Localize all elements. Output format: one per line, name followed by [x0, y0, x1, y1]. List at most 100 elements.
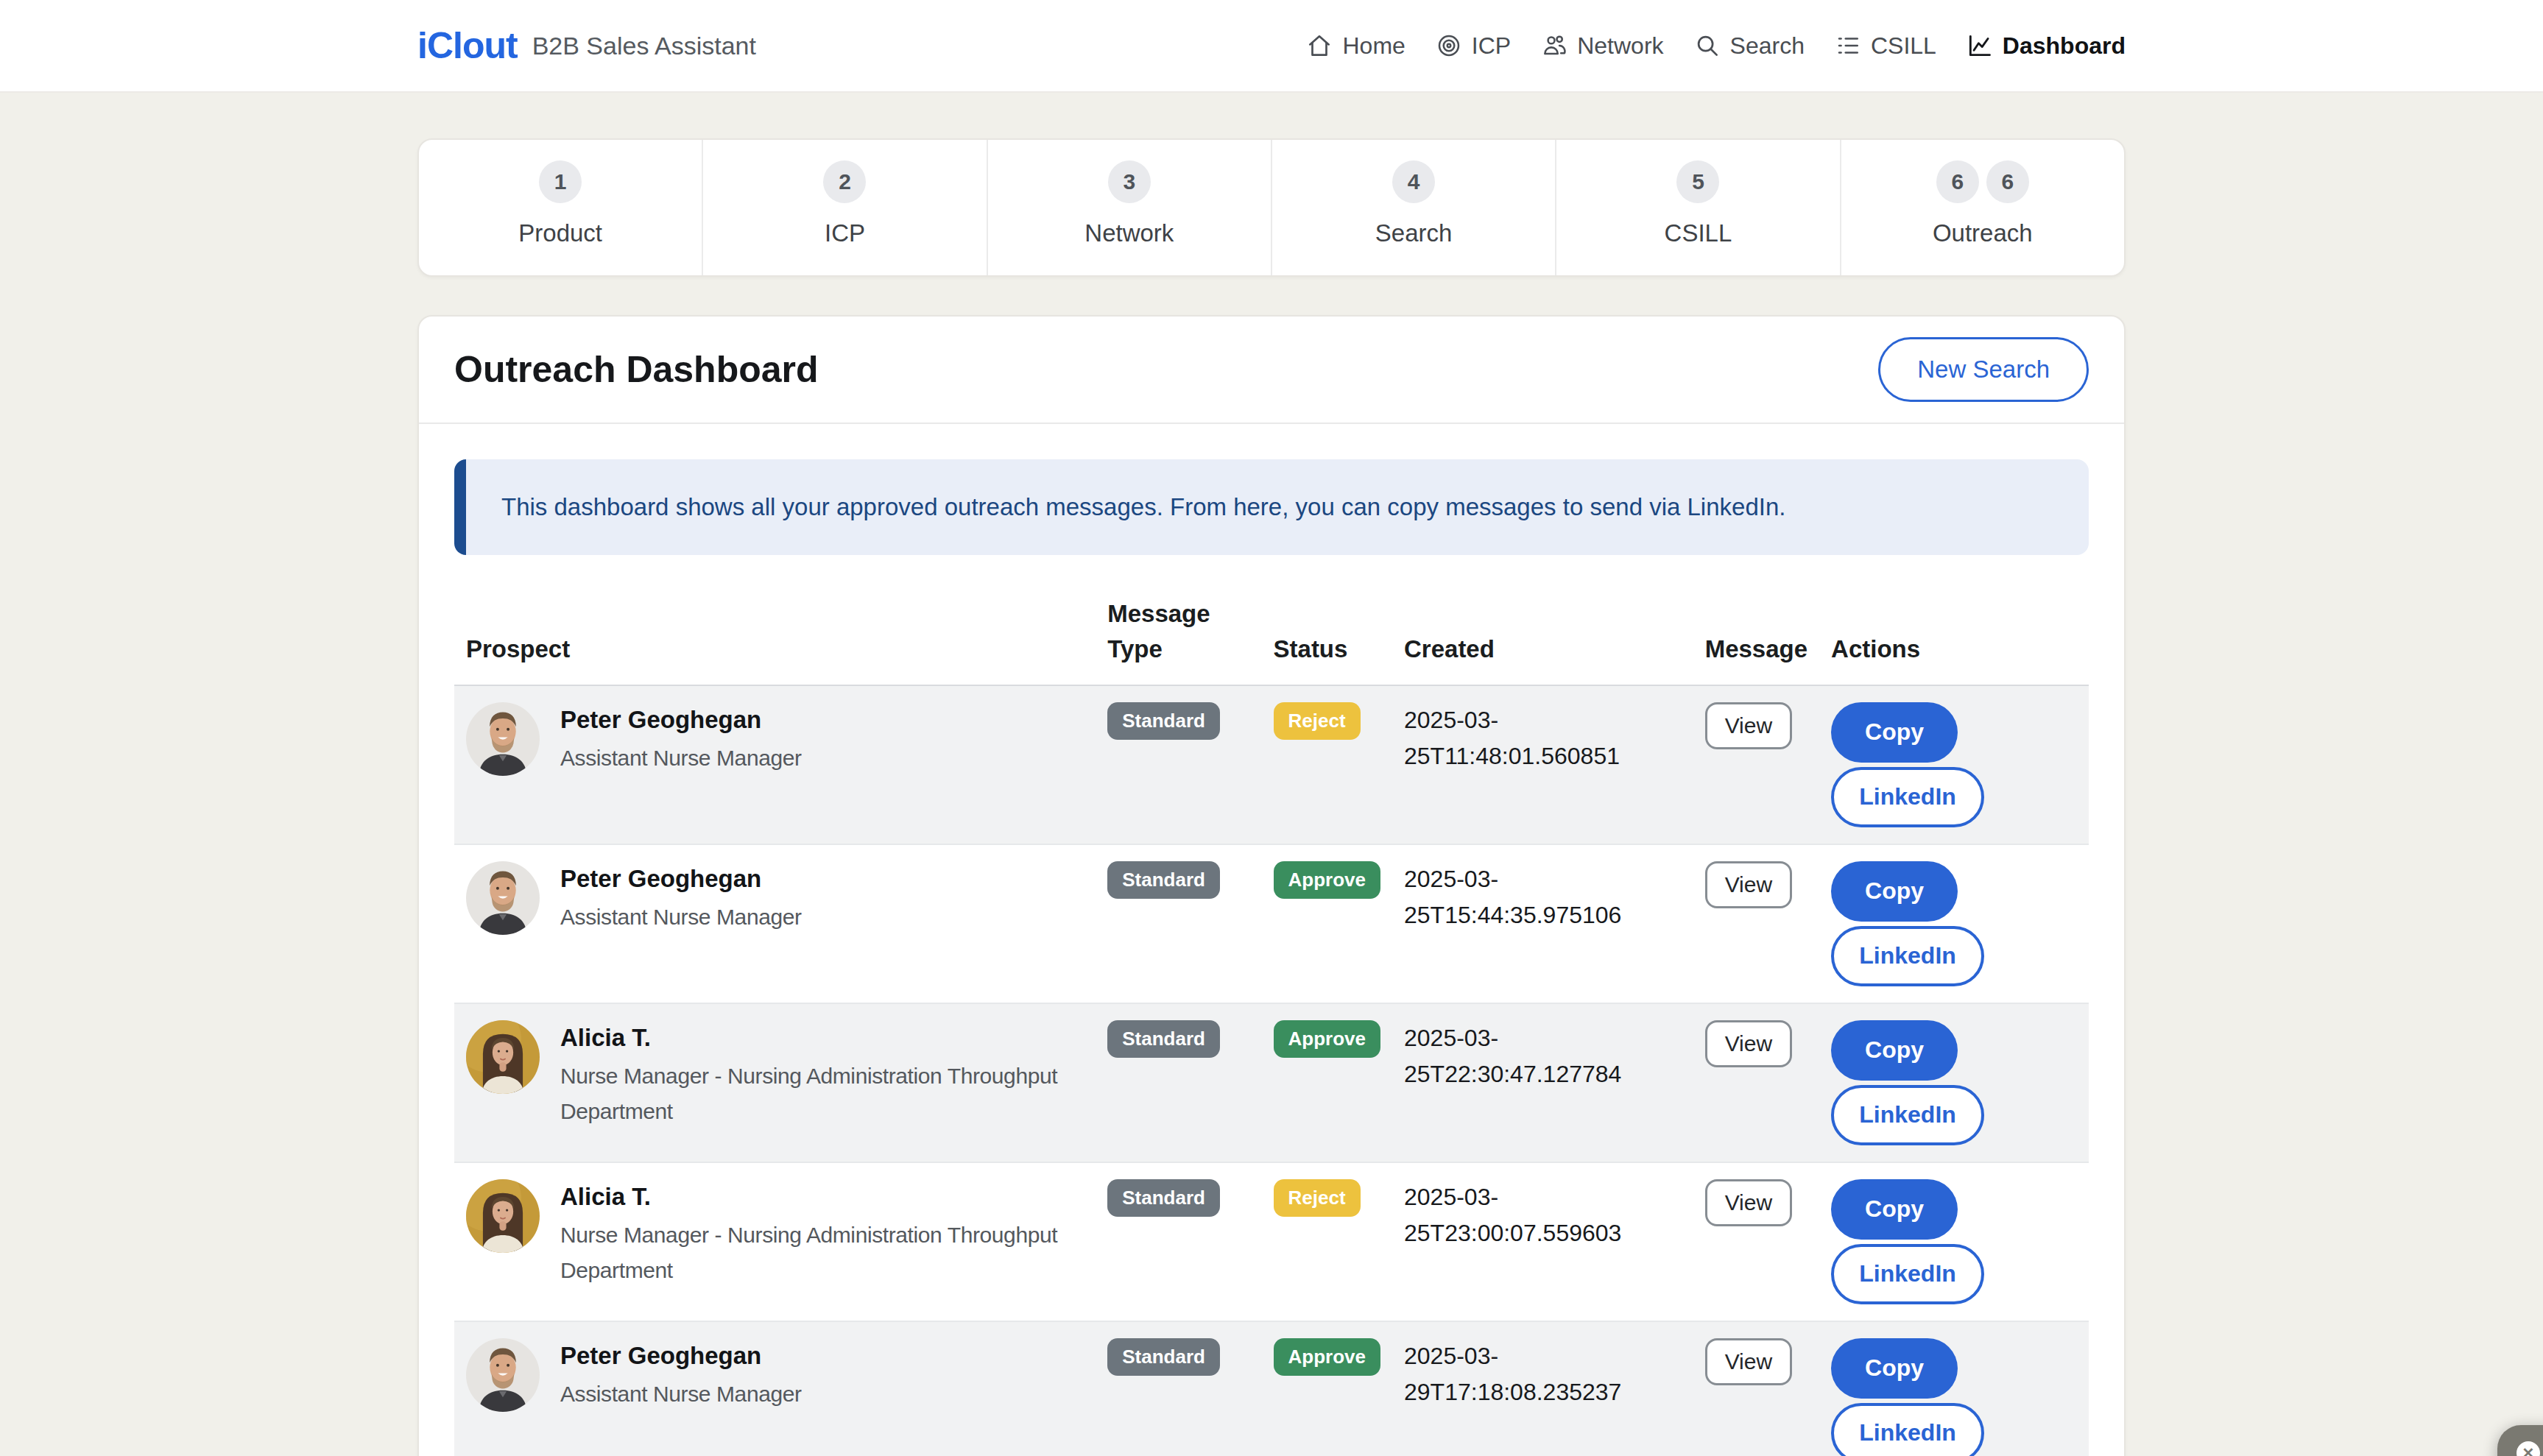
nav-label: CSILL [1871, 32, 1936, 60]
nav-label: Dashboard [2003, 32, 2126, 60]
status-badge: Reject [1274, 702, 1361, 740]
brand-logo[interactable]: iClout [417, 24, 518, 67]
status-badge: Reject [1274, 1179, 1361, 1217]
nav-item-dashboard[interactable]: Dashboard [1966, 32, 2126, 60]
prospect-name: Peter Geoghegan [560, 702, 802, 738]
nav-item-icp[interactable]: ICP [1435, 32, 1511, 60]
list-icon [1834, 32, 1862, 60]
people-icon [1540, 32, 1568, 60]
step-label: Product [419, 219, 702, 247]
linkedin-button[interactable]: LinkedIn [1831, 1085, 1984, 1145]
table-row: Peter Geoghegan Assistant Nurse Manager … [454, 1321, 2089, 1456]
message-type-badge: Standard [1107, 861, 1220, 899]
table-row: Peter Geoghegan Assistant Nurse Manager … [454, 685, 2089, 844]
col-header-message: Message [1693, 579, 1819, 685]
created-timestamp: 2025-03-29T17:18:08.235237 [1392, 1321, 1693, 1456]
linkedin-button[interactable]: LinkedIn [1831, 1244, 1984, 1304]
avatar [466, 861, 540, 935]
linkedin-button[interactable]: LinkedIn [1831, 767, 1984, 827]
nav-label: Network [1577, 32, 1663, 60]
step-search[interactable]: 4 Search [1271, 140, 1555, 275]
prospect-name: Alicia T. [560, 1179, 1084, 1215]
prospect-title: Nurse Manager - Nursing Administration T… [560, 1059, 1084, 1129]
avatar [466, 1179, 540, 1253]
search-icon [1693, 32, 1721, 60]
brand-subtitle: B2B Sales Assistant [532, 32, 756, 60]
status-badge: Approve [1274, 1020, 1380, 1058]
copy-button[interactable]: Copy [1831, 1179, 1958, 1240]
created-timestamp: 2025-03-25T22:30:47.127784 [1392, 1003, 1693, 1162]
nav-label: Home [1342, 32, 1405, 60]
message-type-badge: Standard [1107, 702, 1220, 740]
table-row: Peter Geoghegan Assistant Nurse Manager … [454, 844, 2089, 1003]
step-outreach[interactable]: 66 Outreach [1840, 140, 2124, 275]
created-timestamp: 2025-03-25T15:44:35.975106 [1392, 844, 1693, 1003]
table-row: Alicia T. Nurse Manager - Nursing Admini… [454, 1162, 2089, 1321]
nav-item-network[interactable]: Network [1540, 32, 1663, 60]
created-timestamp: 2025-03-25T11:48:01.560851 [1392, 685, 1693, 844]
copy-button[interactable]: Copy [1831, 1020, 1958, 1081]
linkedin-button[interactable]: LinkedIn [1831, 926, 1984, 986]
created-timestamp: 2025-03-25T23:00:07.559603 [1392, 1162, 1693, 1321]
nav-item-search[interactable]: Search [1693, 32, 1805, 60]
view-button[interactable]: View [1705, 702, 1792, 749]
step-number: 6 [1936, 160, 1979, 203]
col-header-actions: Actions [1819, 579, 2089, 685]
step-number: 2 [823, 160, 866, 203]
card-header: Outreach Dashboard New Search [419, 317, 2124, 424]
step-icp[interactable]: 2 ICP [702, 140, 986, 275]
table-body: Peter Geoghegan Assistant Nurse Manager … [454, 685, 2089, 1456]
status-badge: Approve [1274, 861, 1380, 899]
message-type-badge: Standard [1107, 1338, 1220, 1376]
step-number: 5 [1676, 160, 1719, 203]
toast-notification: ✕ [2497, 1425, 2543, 1456]
prospect-name: Peter Geoghegan [560, 1338, 802, 1374]
prospect-title: Assistant Nurse Manager [560, 900, 802, 935]
close-icon[interactable]: ✕ [2516, 1441, 2540, 1456]
step-number: 1 [539, 160, 582, 203]
status-badge: Approve [1274, 1338, 1380, 1376]
prospect-name: Alicia T. [560, 1020, 1084, 1056]
avatar [466, 702, 540, 776]
view-button[interactable]: View [1705, 861, 1792, 908]
step-label: Search [1272, 219, 1555, 247]
dashboard-card: Outreach Dashboard New Search This dashb… [417, 315, 2126, 1456]
step-label: Network [988, 219, 1271, 247]
linkedin-button[interactable]: LinkedIn [1831, 1403, 1984, 1456]
nav-item-csill[interactable]: CSILL [1834, 32, 1936, 60]
step-number: 4 [1392, 160, 1435, 203]
step-number: 6 [1986, 160, 2029, 203]
copy-button[interactable]: Copy [1831, 1338, 1958, 1399]
avatar [466, 1020, 540, 1094]
step-number: 3 [1108, 160, 1151, 203]
step-product[interactable]: 1 Product [419, 140, 702, 275]
nav-label: Search [1730, 32, 1805, 60]
info-banner: This dashboard shows all your approved o… [454, 459, 2089, 555]
nav-label: ICP [1472, 32, 1511, 60]
page-title: Outreach Dashboard [454, 348, 819, 391]
message-type-badge: Standard [1107, 1020, 1220, 1058]
copy-button[interactable]: Copy [1831, 861, 1958, 922]
view-button[interactable]: View [1705, 1020, 1792, 1067]
prospect-title: Nurse Manager - Nursing Administration T… [560, 1218, 1084, 1288]
new-search-button[interactable]: New Search [1878, 337, 2089, 402]
home-icon [1305, 32, 1333, 60]
view-button[interactable]: View [1705, 1179, 1792, 1226]
target-icon [1435, 32, 1463, 60]
wizard-stepper: 1 Product 2 ICP 3 Network 4 Search 5 CSI… [417, 138, 2126, 277]
nav-item-home[interactable]: Home [1305, 32, 1405, 60]
avatar [466, 1338, 540, 1412]
step-csill[interactable]: 5 CSILL [1555, 140, 1839, 275]
col-header-status: Status [1262, 579, 1392, 685]
outreach-table: Prospect Message Type Status Created Mes… [454, 579, 2089, 1456]
top-navbar: iClout B2B Sales Assistant Home ICP Netw… [0, 0, 2543, 93]
prospect-title: Assistant Nurse Manager [560, 1377, 802, 1412]
view-button[interactable]: View [1705, 1338, 1792, 1385]
prospect-name: Peter Geoghegan [560, 861, 802, 897]
chart-icon [1966, 32, 1994, 60]
col-header-created: Created [1392, 579, 1693, 685]
step-label: Outreach [1841, 219, 2124, 247]
step-network[interactable]: 3 Network [987, 140, 1271, 275]
copy-button[interactable]: Copy [1831, 702, 1958, 763]
message-type-badge: Standard [1107, 1179, 1220, 1217]
